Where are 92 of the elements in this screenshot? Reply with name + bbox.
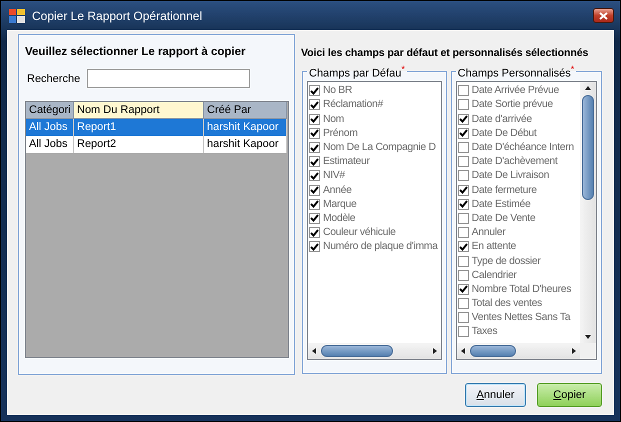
checkbox[interactable] — [458, 156, 469, 168]
checkbox[interactable] — [458, 241, 469, 252]
checkbox[interactable] — [458, 284, 469, 295]
field-option[interactable]: Annuler — [456, 226, 580, 240]
horizontal-scrollbar[interactable] — [456, 343, 580, 359]
checkbox[interactable] — [458, 256, 469, 266]
app-icon — [9, 8, 25, 22]
field-option[interactable]: Date D'échéance Intern — [456, 140, 580, 155]
checkbox[interactable] — [458, 212, 469, 224]
search-label: Recherche — [27, 72, 80, 84]
checkbox[interactable] — [458, 326, 469, 338]
group-title: Champs par Défau$^{*}$ — [308, 64, 406, 80]
field-option[interactable]: Total des ventes — [456, 296, 580, 311]
checkbox[interactable] — [458, 312, 469, 324]
table-cell[interactable]: All Jobs — [26, 119, 74, 136]
table-cell[interactable]: Report2 — [74, 136, 204, 153]
checkbox[interactable] — [309, 114, 320, 125]
field-option[interactable]: NIV# — [308, 168, 441, 183]
field-option[interactable]: Couleur véhicule — [308, 226, 441, 240]
vertical-scrollbar[interactable] — [580, 82, 596, 343]
field-option[interactable]: Réclamation# — [308, 98, 441, 112]
arrow-icon[interactable] — [584, 84, 592, 91]
checkbox[interactable] — [458, 114, 469, 125]
field-option[interactable]: Prénom — [308, 126, 441, 140]
checkbox[interactable] — [309, 85, 320, 96]
field-option[interactable]: Année — [308, 182, 441, 198]
column-header[interactable]: Catégori — [26, 102, 74, 119]
scrollbar-corner — [580, 343, 596, 359]
checkbox[interactable] — [309, 241, 320, 252]
field-option[interactable]: Date Arrivée Prévue — [456, 84, 580, 98]
checkbox[interactable] — [458, 170, 469, 182]
table-cell[interactable]: harshit Kapoor — [204, 119, 287, 136]
panel-heading: Veuillez sélectionner Le rapport à copier — [25, 46, 246, 58]
checkbox[interactable] — [458, 198, 469, 210]
search-field[interactable] — [87, 69, 250, 88]
field-option[interactable]: Date De Livraison — [456, 168, 580, 183]
field-option[interactable]: Type de dossier — [456, 254, 580, 268]
panel-heading: Voici les champs par défaut et personnalisés sélectionnés — [301, 47, 590, 59]
field-option[interactable]: Marque — [308, 197, 441, 212]
table-cell[interactable]: harshit Kapoor — [204, 136, 287, 153]
scroll-thumb[interactable] — [470, 345, 516, 357]
checkbox[interactable] — [458, 298, 469, 310]
field-option[interactable]: Date De Début — [456, 126, 580, 140]
field-option[interactable]: No BR — [308, 84, 441, 98]
checkbox[interactable] — [309, 128, 320, 139]
field-option[interactable]: Date Estimée — [456, 197, 580, 212]
field-option[interactable]: Date fermeture — [456, 182, 580, 198]
field-option[interactable]: Date Sortie prévue — [456, 98, 580, 112]
field-option[interactable]: Date d'arrivée — [456, 112, 580, 126]
checkbox[interactable] — [309, 198, 320, 210]
arrow-icon[interactable] — [311, 347, 317, 355]
column-header[interactable]: Nom Du Rapport — [74, 102, 204, 119]
checkbox[interactable] — [309, 184, 320, 196]
field-option[interactable]: Nom — [308, 112, 441, 126]
checkbox[interactable] — [458, 227, 469, 238]
close-icon — [599, 12, 608, 20]
column-header[interactable]: Créé Par — [204, 102, 287, 119]
field-option[interactable]: Ventes Nettes Sans Ta — [456, 310, 580, 325]
checkbox[interactable] — [458, 85, 469, 96]
field-option[interactable]: En attente — [456, 240, 580, 254]
checkbox[interactable] — [309, 227, 320, 238]
field-option[interactable]: Estimateur — [308, 154, 441, 169]
arrow-icon[interactable] — [460, 347, 466, 355]
checkbox[interactable] — [309, 170, 320, 182]
checkbox[interactable] — [309, 156, 320, 168]
field-option[interactable]: Taxes — [456, 324, 580, 340]
close-button[interactable] — [593, 8, 614, 23]
table-cell[interactable]: All Jobs — [26, 136, 74, 153]
horizontal-scrollbar[interactable] — [308, 343, 441, 359]
cancel-button[interactable]: Annuler — [465, 383, 526, 407]
scroll-thumb[interactable] — [321, 345, 393, 357]
checkbox[interactable] — [458, 99, 469, 110]
window-title: Copier Le Rapport Opérationnel — [32, 8, 202, 22]
checkbox[interactable] — [458, 184, 469, 196]
table-cell[interactable]: Report1 — [74, 119, 204, 136]
arrow-icon[interactable] — [432, 347, 438, 355]
checkbox[interactable] — [458, 128, 469, 139]
scroll-thumb[interactable] — [582, 94, 594, 200]
checkbox[interactable] — [309, 212, 320, 224]
checkbox[interactable] — [309, 142, 320, 153]
checkbox[interactable] — [458, 142, 469, 153]
checkbox[interactable] — [309, 99, 320, 110]
field-option[interactable]: Date De Vente — [456, 211, 580, 226]
group-title: Champs Personnalisés$^{*}$ — [456, 64, 576, 80]
copy-button[interactable]: Copier — [537, 383, 602, 407]
field-option[interactable]: Nom De La Compagnie D — [308, 140, 441, 155]
checkbox[interactable] — [458, 270, 469, 281]
field-option[interactable]: Nombre Total D'heures — [456, 282, 580, 296]
field-option[interactable]: Numéro de plaque d'imma — [308, 240, 441, 254]
field-option[interactable]: Calendrier — [456, 268, 580, 282]
field-option[interactable]: Date D'achèvement — [456, 154, 580, 169]
field-option[interactable]: Modèle — [308, 211, 441, 226]
